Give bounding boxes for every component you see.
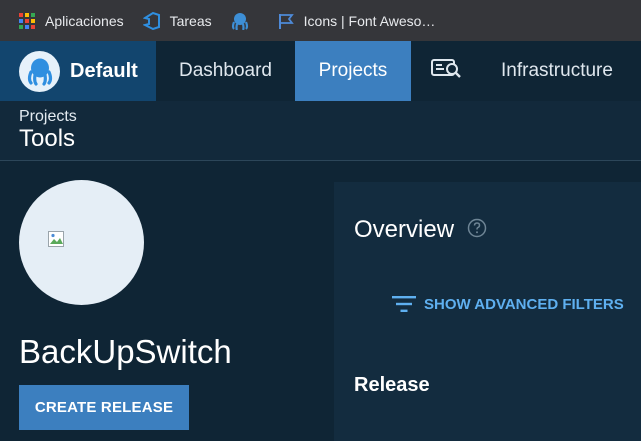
space-switcher[interactable]: Default xyxy=(0,41,156,101)
project-sidebar: BackUpSwitch CREATE RELEASE xyxy=(0,162,334,441)
create-release-button[interactable]: CREATE RELEASE xyxy=(19,385,189,430)
release-heading: Release xyxy=(354,374,430,396)
font-awesome-flag-icon xyxy=(277,12,295,30)
filters-label: SHOW ADVANCED FILTERS xyxy=(424,295,624,313)
task-search-icon xyxy=(431,58,461,84)
space-name: Default xyxy=(70,59,138,82)
nav-dashboard[interactable]: Dashboard xyxy=(156,41,295,101)
bookmark-label: Aplicaciones xyxy=(45,12,124,29)
breadcrumb: Projects Tools xyxy=(0,101,641,161)
bookmark-tareas[interactable]: Tareas xyxy=(142,0,212,41)
bookmark-font-awesome[interactable]: Icons | Font Aweso… xyxy=(277,0,436,41)
project-name: BackUpSwitch xyxy=(19,333,232,370)
broken-image-icon xyxy=(48,231,68,249)
octopus-icon xyxy=(231,12,249,30)
overview-panel: Overview SHOW ADVANCED FILTERS Release xyxy=(334,182,641,441)
octopus-logo-icon xyxy=(19,50,60,92)
page-title: Tools xyxy=(19,125,76,152)
help-icon[interactable] xyxy=(467,218,487,238)
nav-tasks[interactable] xyxy=(411,41,481,101)
bookmark-aplicaciones[interactable]: Aplicaciones xyxy=(18,0,124,41)
azure-devops-icon xyxy=(142,11,161,30)
nav-projects[interactable]: Projects xyxy=(295,41,411,101)
top-navigation: Default Dashboard Projects Infrastructur… xyxy=(0,41,641,101)
bookmark-label: Icons | Font Aweso… xyxy=(303,12,436,29)
nav-infrastructure[interactable]: Infrastructure xyxy=(481,41,633,101)
show-advanced-filters-button[interactable]: SHOW ADVANCED FILTERS xyxy=(392,295,624,313)
project-logo xyxy=(19,180,144,305)
bookmarks-bar: Aplicaciones Tareas Icons | Font Aweso… xyxy=(0,0,641,41)
breadcrumb-parent-link[interactable]: Projects xyxy=(19,108,77,126)
apps-grid-icon xyxy=(18,12,36,30)
bookmark-label: Tareas xyxy=(169,12,212,29)
overview-title: Overview xyxy=(354,216,455,243)
filter-icon xyxy=(392,295,416,313)
bookmark-octopus[interactable] xyxy=(231,0,258,41)
